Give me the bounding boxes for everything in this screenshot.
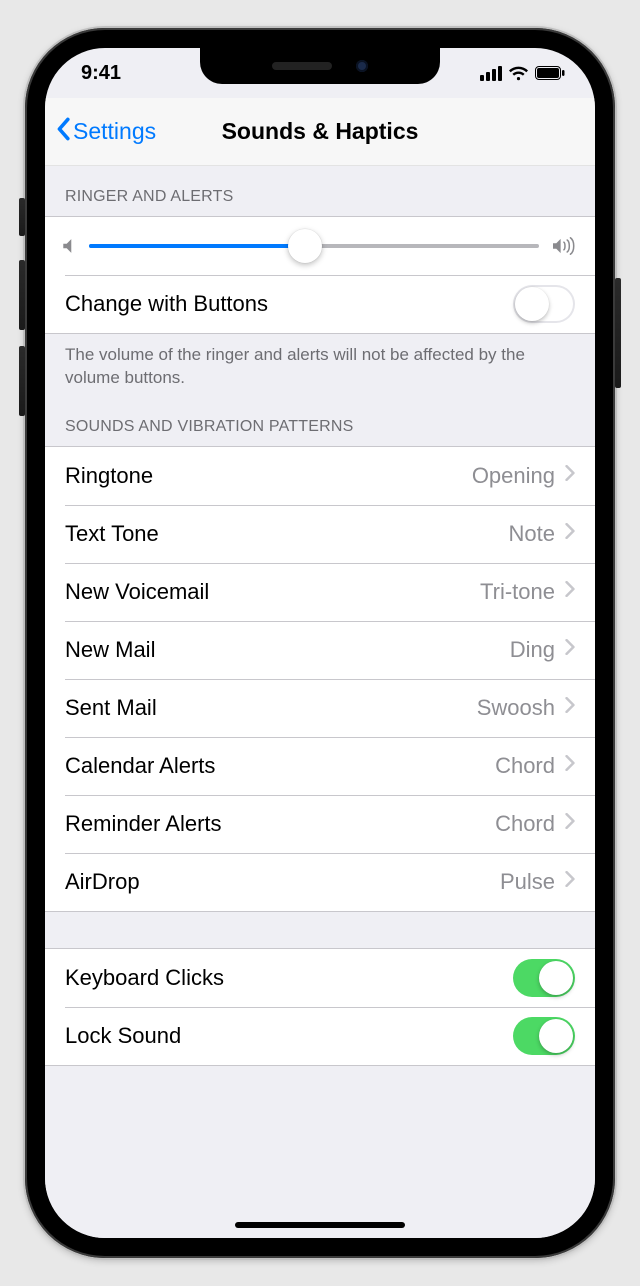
back-label: Settings (73, 118, 156, 145)
chevron-right-icon (565, 639, 575, 660)
speaker-max-icon (553, 237, 577, 255)
system-sound-row[interactable]: Lock Sound (45, 1007, 595, 1065)
navigation-bar: Settings Sounds & Haptics (45, 98, 595, 166)
system-sound-label: Lock Sound (65, 1023, 513, 1049)
sound-pattern-row[interactable]: RingtoneOpening (45, 447, 595, 505)
battery-icon (535, 66, 565, 80)
volume-up-button (19, 260, 25, 330)
sound-pattern-row[interactable]: Text ToneNote (45, 505, 595, 563)
chevron-right-icon (565, 523, 575, 544)
sound-pattern-label: New Mail (65, 637, 510, 663)
sound-pattern-row[interactable]: AirDropPulse (45, 853, 595, 911)
sound-pattern-label: Text Tone (65, 521, 509, 547)
system-sound-row[interactable]: Keyboard Clicks (45, 949, 595, 1007)
sound-pattern-label: New Voicemail (65, 579, 480, 605)
ringer-volume-slider[interactable] (89, 244, 539, 248)
wifi-icon (508, 66, 529, 81)
sound-pattern-label: Sent Mail (65, 695, 477, 721)
change-with-buttons-toggle[interactable] (513, 285, 575, 323)
sound-pattern-label: Ringtone (65, 463, 472, 489)
back-button[interactable]: Settings (55, 117, 156, 147)
sound-pattern-label: Calendar Alerts (65, 753, 495, 779)
sound-pattern-row[interactable]: Sent MailSwoosh (45, 679, 595, 737)
sound-pattern-label: Reminder Alerts (65, 811, 495, 837)
sound-pattern-value: Tri-tone (480, 579, 555, 605)
speaker-min-icon (63, 238, 75, 254)
sound-pattern-row[interactable]: New VoicemailTri-tone (45, 563, 595, 621)
home-indicator[interactable] (235, 1222, 405, 1228)
sound-pattern-value: Note (509, 521, 555, 547)
status-time: 9:41 (81, 62, 121, 85)
chevron-right-icon (565, 465, 575, 486)
notch (200, 48, 440, 84)
settings-content: Ringer and Alerts Change with Buttons (45, 166, 595, 1238)
sound-pattern-value: Swoosh (477, 695, 555, 721)
cellular-icon (480, 66, 502, 81)
sound-pattern-row[interactable]: New MailDing (45, 621, 595, 679)
chevron-left-icon (55, 117, 71, 147)
chevron-right-icon (565, 813, 575, 834)
sound-pattern-label: AirDrop (65, 869, 500, 895)
volume-down-button (19, 346, 25, 416)
chevron-right-icon (565, 871, 575, 892)
chevron-right-icon (565, 697, 575, 718)
sound-pattern-value: Ding (510, 637, 555, 663)
system-sound-toggle[interactable] (513, 959, 575, 997)
sound-pattern-row[interactable]: Calendar AlertsChord (45, 737, 595, 795)
chevron-right-icon (565, 581, 575, 602)
section-header-patterns: Sounds and Vibration Patterns (45, 396, 595, 446)
ringer-footer: The volume of the ringer and alerts will… (45, 334, 595, 396)
sound-pattern-value: Pulse (500, 869, 555, 895)
slider-thumb[interactable] (288, 229, 322, 263)
page-title: Sounds & Haptics (222, 118, 419, 145)
silence-switch (19, 198, 25, 236)
change-with-buttons-label: Change with Buttons (65, 291, 513, 317)
chevron-right-icon (565, 755, 575, 776)
side-button (615, 278, 621, 388)
sound-pattern-row[interactable]: Reminder AlertsChord (45, 795, 595, 853)
sound-pattern-value: Opening (472, 463, 555, 489)
section-header-ringer: Ringer and Alerts (45, 166, 595, 216)
system-sound-label: Keyboard Clicks (65, 965, 513, 991)
sound-pattern-value: Chord (495, 753, 555, 779)
iphone-frame: 9:41 Settings Sounds & Hap (25, 28, 615, 1258)
system-sound-toggle[interactable] (513, 1017, 575, 1055)
sound-pattern-value: Chord (495, 811, 555, 837)
change-with-buttons-row[interactable]: Change with Buttons (45, 275, 595, 333)
ringer-volume-slider-row (45, 217, 595, 275)
